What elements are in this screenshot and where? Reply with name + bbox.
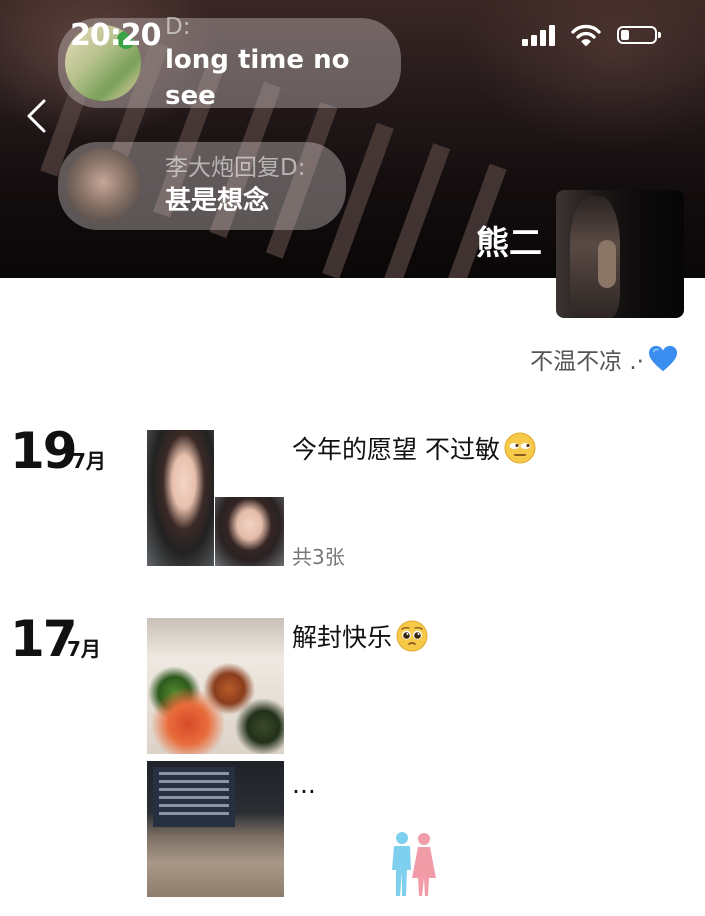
cover-light (465, 0, 705, 150)
profile-signature: 不温不凉 .· (530, 342, 678, 376)
photo-count: 共3张 (292, 545, 345, 569)
bubble-sender: 李大炮回复D: (165, 155, 306, 181)
battery-level (621, 30, 629, 40)
profile-nickname: 熊二 (476, 223, 542, 262)
post-photo[interactable] (147, 430, 214, 566)
post-day: 19 (10, 422, 78, 480)
post-month: 7月 (67, 637, 101, 661)
post-photo[interactable] (147, 618, 284, 754)
battery-icon (617, 26, 661, 44)
couple-watermark (378, 826, 698, 906)
status-icons (522, 24, 661, 46)
post-photo[interactable] (215, 497, 284, 566)
bubble-message: long time no see (165, 45, 350, 111)
post-caption[interactable]: 今年的愿望 不过敏 (292, 430, 536, 466)
pleading-face-icon (396, 620, 428, 652)
post-day: 17 (10, 610, 78, 668)
danmaku-bubble[interactable]: 李大炮回复D: 甚是想念 (58, 142, 346, 230)
signal-bars-icon (522, 24, 555, 46)
wifi-icon (571, 24, 601, 46)
post-caption[interactable]: 解封快乐 (292, 618, 428, 654)
couple-silhouette-icon (392, 832, 436, 896)
avatar (65, 148, 141, 224)
unamused-face-icon (504, 432, 536, 464)
bubble-sender: D: (165, 14, 191, 40)
chevron-left-icon[interactable] (24, 98, 50, 134)
caption-text: 解封快乐 (292, 623, 393, 652)
bubble-message: 甚是想念 (165, 186, 270, 216)
status-time: 20:20 (70, 18, 161, 53)
post-photo[interactable] (147, 761, 284, 897)
profile-avatar[interactable] (556, 190, 684, 318)
post-caption[interactable]: ... (292, 770, 316, 799)
signature-text: 不温不凉 .· (530, 349, 644, 375)
post-month: 7月 (72, 449, 106, 473)
caption-text: 今年的愿望 不过敏 (292, 435, 500, 464)
blue-heart-icon (648, 345, 678, 372)
